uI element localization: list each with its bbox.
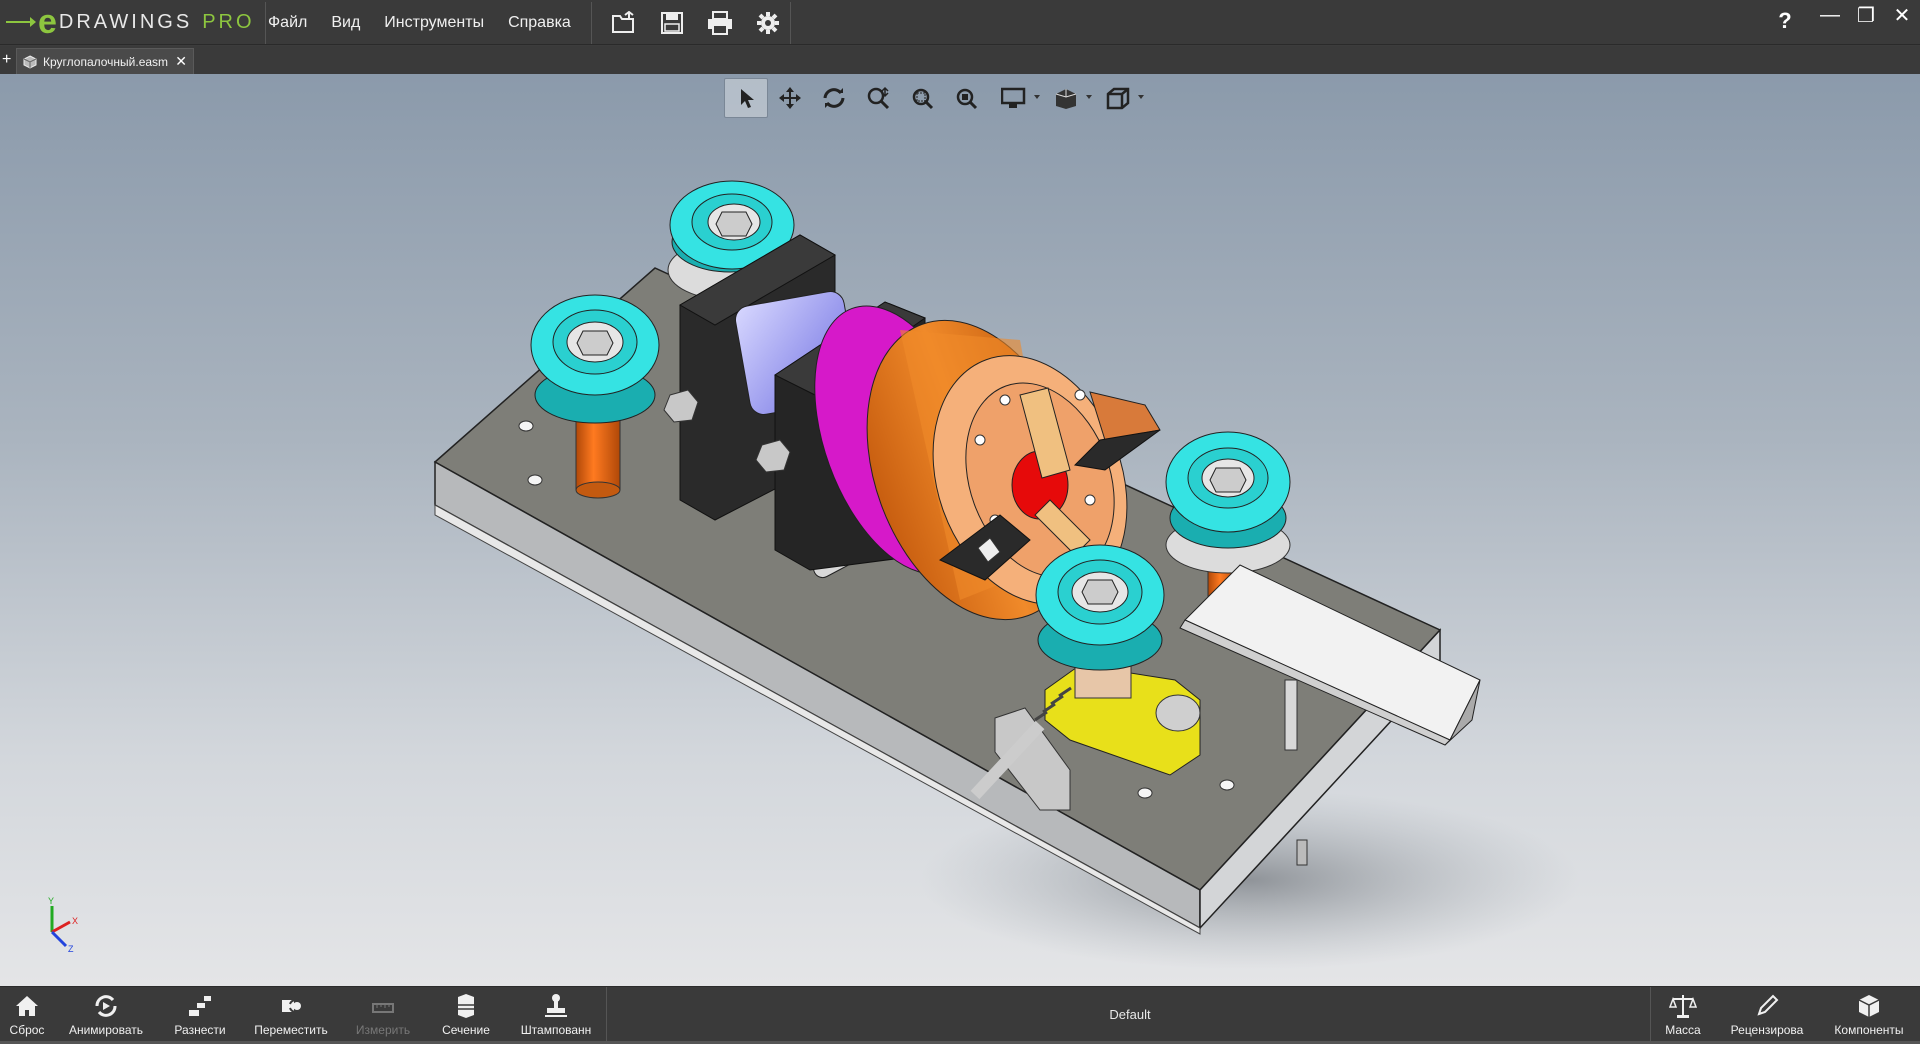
animate-label: Анимировать <box>68 1023 144 1037</box>
title-bar: e DRAWINGS PRO Файл Вид Инструменты Спра… <box>0 0 1920 45</box>
reset-label: Сброс <box>9 1023 45 1037</box>
axis-y-label: Y <box>48 896 54 906</box>
logo-arrow-icon <box>6 17 36 27</box>
pan-button[interactable] <box>768 78 812 118</box>
zoom-area-button[interactable] <box>900 78 944 118</box>
document-tab[interactable]: Круглопалочный.easm ✕ <box>16 48 194 74</box>
components-label: Компоненты <box>1834 1023 1904 1037</box>
view-toolbar <box>724 78 1144 118</box>
move-label: Переместить <box>254 1023 328 1037</box>
components-button[interactable]: Компоненты <box>1832 989 1906 1043</box>
restore-icon: ❐ <box>1857 4 1875 27</box>
home-icon <box>16 996 38 1016</box>
logo-e: e <box>38 3 57 41</box>
settings-button[interactable] <box>744 6 792 40</box>
menu-view[interactable]: Вид <box>331 14 360 32</box>
new-tab-button[interactable]: + <box>2 52 14 68</box>
components-icon <box>1858 995 1880 1017</box>
document-tab-strip: + Круглопалочный.easm ✕ <box>0 46 1920 74</box>
close-button[interactable]: ✕ <box>1884 0 1920 30</box>
logo-pro: PRO <box>202 10 255 33</box>
pencil-icon <box>1757 994 1779 1016</box>
reset-button[interactable]: Сброс <box>6 989 48 1043</box>
rotate-icon <box>823 88 845 108</box>
animate-icon <box>95 995 117 1017</box>
logo-word: DRAWINGS <box>58 10 193 33</box>
rotate-button[interactable] <box>812 78 856 118</box>
separator <box>591 2 592 44</box>
display-style-button[interactable] <box>988 78 1040 118</box>
bottom-toolbar: Сброс Анимировать Разнести Переместить И… <box>0 986 1920 1044</box>
minimize-icon: — <box>1820 3 1840 26</box>
separator <box>606 987 607 1044</box>
axis-x-label: X <box>72 916 78 926</box>
display-style-icon <box>1001 87 1026 108</box>
scale-icon <box>1669 995 1697 1018</box>
chevron-down-icon <box>1138 95 1144 99</box>
assembly-icon <box>23 54 37 69</box>
open-icon <box>612 11 634 33</box>
stamp-label: Штампованн <box>520 1023 592 1037</box>
zoom-to-fit-icon <box>956 88 978 110</box>
review-button[interactable]: Рецензирова <box>1728 989 1806 1043</box>
standard-views-button[interactable] <box>1092 78 1144 118</box>
mass-button[interactable]: Масса <box>1660 989 1706 1043</box>
explode-button[interactable]: Разнести <box>170 989 230 1043</box>
document-name: Круглопалочный.easm <box>43 54 169 69</box>
help-button[interactable]: ? <box>1770 4 1800 38</box>
print-icon <box>708 11 732 35</box>
quick-toolbar <box>600 6 792 40</box>
section-icon <box>458 994 474 1018</box>
section-button[interactable]: Сечение <box>436 989 496 1043</box>
save-icon <box>661 12 683 34</box>
move-component-icon <box>282 999 303 1013</box>
axis-triad: Y X Z <box>48 896 78 954</box>
standard-views-icon <box>1106 87 1130 110</box>
move-button[interactable]: Переместить <box>254 989 328 1043</box>
open-button[interactable] <box>600 6 648 40</box>
minimize-button[interactable]: — <box>1812 0 1848 30</box>
configuration-name: Default <box>1109 1007 1151 1022</box>
view-orientation-button[interactable] <box>1040 78 1092 118</box>
separator <box>265 2 266 44</box>
explode-icon <box>189 996 211 1016</box>
animate-button[interactable]: Анимировать <box>66 989 146 1043</box>
review-label: Рецензирова <box>1730 1023 1804 1037</box>
restore-button[interactable]: ❐ <box>1848 0 1884 30</box>
save-button[interactable] <box>648 6 696 40</box>
view-orientation-icon <box>1055 89 1077 109</box>
select-icon <box>741 89 754 108</box>
measure-icon <box>372 1003 394 1013</box>
menu-help[interactable]: Справка <box>508 14 571 32</box>
zoom-icon <box>867 86 890 110</box>
zoom-to-fit-button[interactable] <box>944 78 988 118</box>
zoom-area-icon <box>912 88 934 110</box>
separator <box>1650 987 1651 1044</box>
gear-icon <box>757 12 779 34</box>
window-controls: — ❐ ✕ <box>1812 0 1920 30</box>
3d-viewport[interactable]: Y X Z <box>0 74 1920 986</box>
mass-label: Масса <box>1665 1023 1701 1037</box>
print-button[interactable] <box>696 6 744 40</box>
explode-label: Разнести <box>174 1023 226 1037</box>
assembly-model <box>433 180 1580 970</box>
menu-bar: Файл Вид Инструменты Справка <box>268 0 595 45</box>
zoom-button[interactable] <box>856 78 900 118</box>
app-logo: e DRAWINGS PRO <box>6 3 255 41</box>
menu-tools[interactable]: Инструменты <box>384 14 484 32</box>
select-button[interactable] <box>724 78 768 118</box>
stamp-icon <box>545 994 567 1017</box>
section-label: Сечение <box>442 1023 490 1037</box>
measure-label: Измерить <box>355 1023 411 1037</box>
measure-button[interactable]: Измерить <box>352 989 414 1043</box>
axis-z-label: Z <box>68 944 74 954</box>
menu-file[interactable]: Файл <box>268 14 307 32</box>
separator <box>790 2 791 44</box>
close-tab-icon[interactable]: ✕ <box>175 53 187 70</box>
close-icon: ✕ <box>1893 4 1911 27</box>
pan-icon <box>779 87 801 109</box>
stamp-button[interactable]: Штампованн <box>518 989 594 1043</box>
